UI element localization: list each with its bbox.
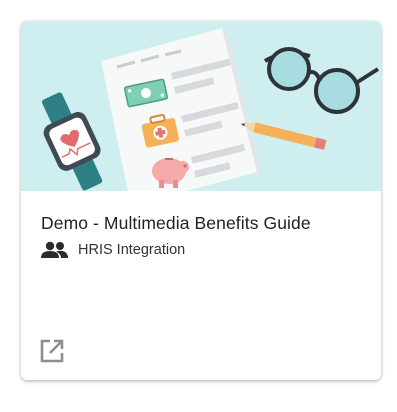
glasses-icon	[263, 47, 380, 114]
people-icon	[41, 241, 68, 258]
card-banner-illustration	[21, 21, 381, 191]
open-in-new-button[interactable]	[38, 337, 66, 365]
smartwatch-icon	[41, 92, 103, 191]
card-title: Demo - Multimedia Benefits Guide	[41, 213, 311, 233]
open-in-new-icon	[40, 339, 64, 363]
category-label: HRIS Integration	[78, 242, 186, 258]
card-category: HRIS Integration	[41, 239, 185, 261]
benefits-guide-card[interactable]: Demo - Multimedia Benefits Guide HRIS In…	[21, 21, 381, 380]
